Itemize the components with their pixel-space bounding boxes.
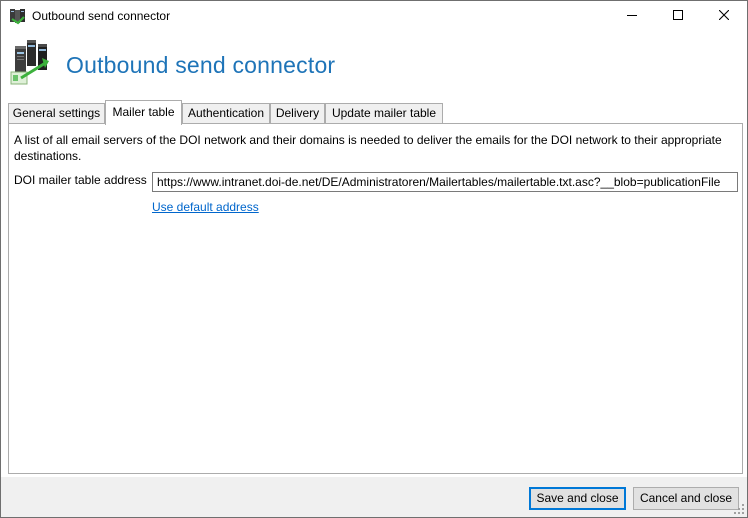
cancel-and-close-button[interactable]: Cancel and close	[633, 487, 739, 510]
mailer-table-panel: A list of all email servers of the DOI n…	[8, 123, 743, 474]
close-button[interactable]	[701, 1, 747, 31]
mailer-table-description: A list of all email servers of the DOI n…	[14, 133, 722, 163]
server-connector-icon	[9, 8, 27, 25]
tab-delivery[interactable]: Delivery	[270, 103, 325, 123]
use-default-address-link[interactable]: Use default address	[152, 200, 259, 214]
tab-authentication[interactable]: Authentication	[182, 103, 270, 123]
tab-strip: General settings Mailer table Authentica…	[8, 100, 743, 125]
mailer-table-address-input[interactable]: https://www.intranet.doi-de.net/DE/Admin…	[152, 172, 738, 192]
tab-general-settings[interactable]: General settings	[8, 103, 105, 123]
address-label: DOI mailer table address	[14, 173, 147, 187]
resize-grip-icon[interactable]	[733, 503, 745, 515]
tab-mailer-table[interactable]: Mailer table	[105, 100, 182, 125]
header-title: Outbound send connector	[66, 52, 336, 78]
dialog-window: Outbound send connector Outbound send co…	[0, 0, 748, 518]
minimize-icon	[627, 9, 637, 23]
close-icon	[718, 9, 730, 23]
tab-update-mailer-table[interactable]: Update mailer table	[325, 103, 443, 123]
servers-icon	[7, 38, 55, 88]
minimize-button[interactable]	[609, 1, 655, 31]
title-bar[interactable]: Outbound send connector	[1, 1, 747, 31]
save-and-close-button[interactable]: Save and close	[529, 487, 626, 510]
window-title: Outbound send connector	[32, 9, 171, 23]
maximize-button[interactable]	[655, 1, 701, 31]
maximize-icon	[673, 9, 683, 23]
dialog-footer: Save and close Cancel and close	[1, 477, 747, 517]
